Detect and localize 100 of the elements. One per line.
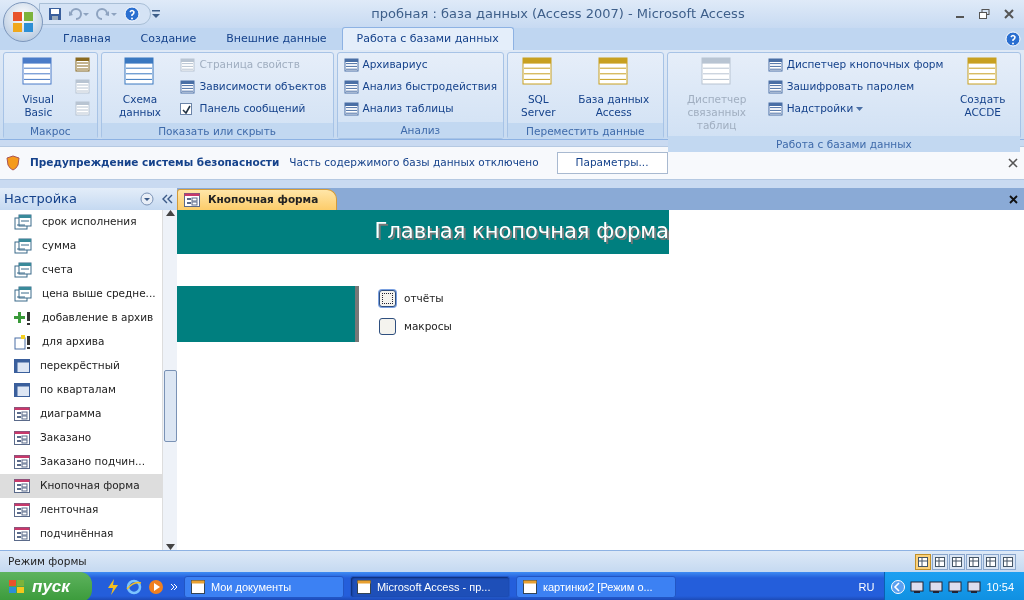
nav-item[interactable]: цена выше средне... [0,282,162,306]
window-icon [356,580,371,594]
caret-icon [856,107,864,111]
button-label: отчёты [404,290,444,306]
view-button[interactable] [1000,553,1016,570]
monitor-icon[interactable] [967,580,982,594]
plus-exclamation-icon [14,310,32,326]
nav-item[interactable]: срок исполнения [0,210,162,234]
ribbon-button[interactable]: Зависимости объектов [178,77,329,97]
help-icon[interactable] [124,6,140,22]
dropdown-icon[interactable] [139,192,154,206]
view-button[interactable] [949,553,965,570]
taskbar-button[interactable]: Microsoft Access - пр... [349,576,510,598]
switchboard-button[interactable] [379,318,396,335]
ribbon-tab[interactable]: Главная [48,26,126,50]
window-icon [522,580,537,594]
ribbon-button[interactable]: Анализ таблицы [341,99,499,119]
table-icon [180,79,197,95]
table-icon [180,57,197,73]
close-icon[interactable] [1009,195,1018,204]
form-icon [14,527,30,541]
close-icon[interactable] [1004,9,1014,19]
chevron-icon[interactable] [169,583,178,591]
nav-item[interactable]: счета [0,258,162,282]
nav-item[interactable]: Заказано [0,426,162,450]
query-icon [14,214,32,230]
group-label: Показать или скрыть [101,123,333,139]
ribbon-button[interactable]: Схема данных [105,55,175,121]
document-tab[interactable]: Кнопочная форма [177,189,338,210]
nav-item[interactable]: Заказано подчин... [0,450,162,474]
options-button[interactable]: Параметры... [556,152,668,174]
ribbon-icon-button[interactable] [72,55,93,75]
ribbon-button[interactable]: Создать ACCDE [949,55,1016,134]
ribbon-tab[interactable]: Внешние данные [211,26,342,50]
status-text: Режим формы [8,553,88,569]
view-button[interactable] [915,553,931,570]
save-icon[interactable] [48,7,62,21]
warning-message: Часть содержимого базы данных отключено [289,155,539,171]
ribbon-button[interactable]: Анализ быстродействия [341,77,499,97]
nav-item[interactable]: перекрёстный [0,354,162,378]
windows-flag-icon [8,579,26,595]
nav-item[interactable]: сумма [0,234,162,258]
form-title: Главная кнопочная форма [177,210,669,254]
taskbar-button[interactable]: картинки2 [Режим о... [515,576,676,598]
view-button[interactable] [966,553,982,570]
view-icon [969,556,979,567]
grid-icon [14,383,30,397]
table-exclamation-icon [14,334,32,350]
ribbon-button[interactable]: Надстройки [765,99,946,119]
nav-item[interactable]: подчинённая [0,522,162,546]
language-indicator[interactable]: RU [858,578,875,596]
collapse-icon[interactable] [161,194,174,204]
nav-item[interactable]: ленточная [0,498,162,522]
query-icon [14,238,32,254]
view-button[interactable] [983,553,999,570]
ribbon-button[interactable]: SQL Server [511,55,565,121]
checkmark-icon [182,104,191,114]
clock: 10:54 [986,579,1014,595]
document-icon [74,101,91,117]
ribbon-button[interactable]: Зашифровать паролем [765,77,946,97]
nav-item[interactable]: добавление в архив [0,306,162,330]
query-icon [14,286,32,302]
lightning-icon[interactable] [105,579,120,595]
table-icon [767,101,784,117]
view-icon [918,556,928,567]
form-icon [14,431,30,445]
nav-item[interactable]: диаграмма [0,402,162,426]
switchboard-button[interactable] [379,290,396,307]
nav-item[interactable]: Кнопочная форма [0,474,162,498]
ribbon-tab[interactable]: Создание [125,26,212,50]
view-button[interactable] [932,553,948,570]
close-icon[interactable] [1008,158,1018,168]
help-icon[interactable] [1005,31,1021,47]
ribbon-button[interactable]: Visual Basic [8,55,69,121]
logo-icon [12,11,34,33]
restore-icon[interactable] [979,9,990,19]
ribbon-button[interactable]: База данных Access [568,55,659,121]
view-icon [1003,556,1013,567]
ribbon-tab[interactable]: Работа с базами данных [341,26,514,50]
nav-item[interactable]: по кварталам [0,378,162,402]
ribbon-button[interactable]: Архивариус [341,55,499,75]
document-icon [74,79,91,95]
view-icon [935,556,945,567]
shield-icon [6,155,20,171]
ribbon-button[interactable]: Диспетчер кнопочных форм [765,55,946,75]
nav-item[interactable]: для архива [0,330,162,354]
warning-title: Предупреждение системы безопасности [30,155,280,171]
table-icon [343,57,360,73]
scroll-thumb[interactable] [163,370,177,442]
taskbar-button[interactable]: Мои документы [183,576,344,598]
table-icon [343,101,360,117]
view-icon [986,556,996,567]
media-player-icon[interactable] [147,579,164,595]
customize-toolbar-icon[interactable] [151,9,161,19]
grid-icon [14,359,30,373]
browser-icon[interactable] [125,579,142,595]
table-icon [767,79,784,95]
checkbox[interactable]: Панель сообщений [178,99,329,119]
form-icon [184,193,200,208]
pane-title: Настройка [4,190,78,209]
